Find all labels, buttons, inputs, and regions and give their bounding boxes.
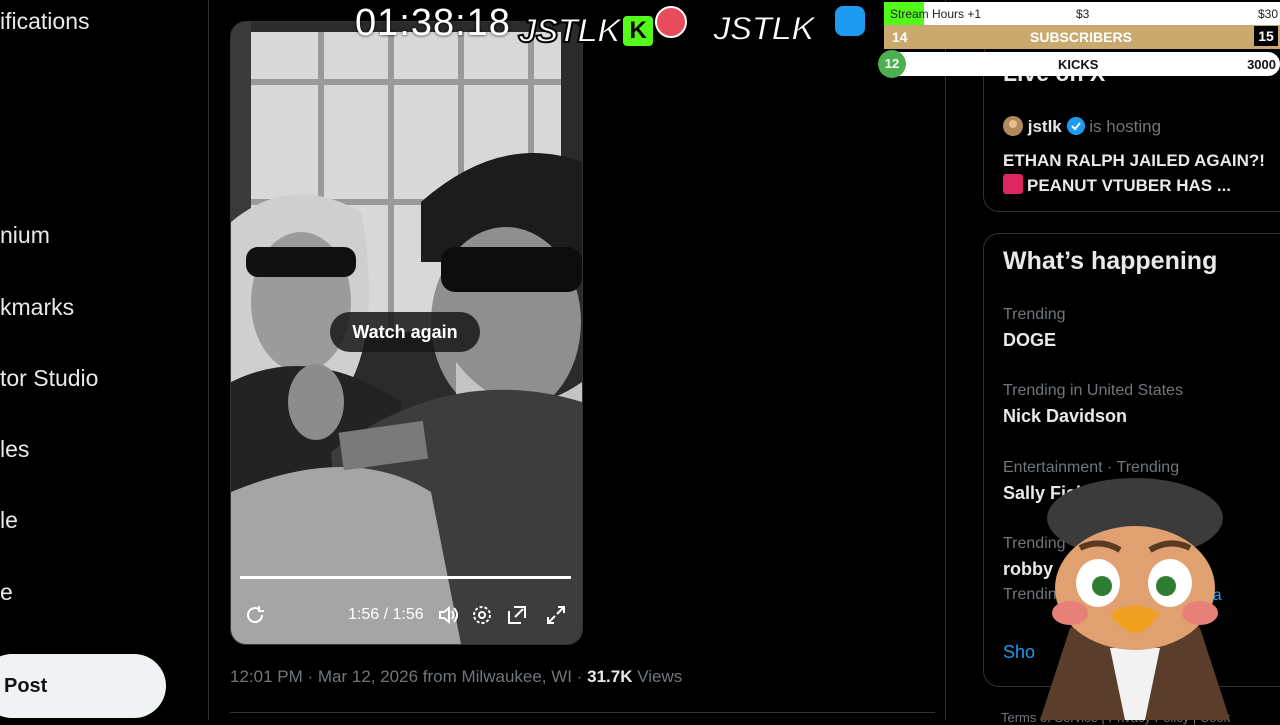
host-username[interactable]: jstlk <box>1028 117 1062 136</box>
nav-profile[interactable]: le <box>0 507 18 534</box>
kicks-goal: 12 KICKS 3000 <box>878 50 1280 78</box>
views-count: 31.7K <box>587 667 633 686</box>
fullscreen-icon[interactable] <box>545 604 567 626</box>
video-progress-bar[interactable] <box>240 576 571 579</box>
kicks-current: 12 <box>878 50 906 78</box>
kick-icon: K <box>622 16 653 46</box>
stream-hours-goal: Stream Hours +1 $3 $30 <box>884 2 1280 25</box>
live-stream-title[interactable]: ETHAN RALPH JAILED AGAIN?! PEANUT VTUBER… <box>1003 148 1265 198</box>
nav-creator-studio[interactable]: tor Studio <box>0 365 98 392</box>
live-title-line2-text: PEANUT VTUBER HAS ... <box>1027 176 1232 195</box>
main-column-divider <box>945 0 946 720</box>
verified-badge-icon <box>1066 117 1085 135</box>
trend-category: Entertainment · Trending <box>1003 459 1180 476</box>
kicks-label: KICKS <box>1058 57 1099 72</box>
tweet-timestamp[interactable]: 12:01 PM · Mar 12, 2026 from Milwaukee, … <box>230 667 587 686</box>
avatar <box>1003 116 1023 136</box>
tweet-meta: 12:01 PM · Mar 12, 2026 from Milwaukee, … <box>230 667 682 687</box>
trend-name[interactable]: Nick Davidson <box>1003 406 1127 427</box>
picture-in-picture-icon[interactable] <box>506 604 528 626</box>
nav-articles[interactable]: les <box>0 436 29 463</box>
replay-icon[interactable] <box>244 604 266 626</box>
host-row[interactable]: jstlk is hosting <box>1003 116 1161 137</box>
live-title-line1: ETHAN RALPH JAILED AGAIN?! <box>1003 151 1265 170</box>
video-time: 1:56 / 1:56 <box>348 606 424 623</box>
trend-category: Trending in United States <box>1003 382 1183 399</box>
jstlk-twitter-logo: JSTLK_ <box>711 6 865 49</box>
hosting-label: is hosting <box>1089 117 1162 136</box>
stream-timer: 01:38:18 <box>355 2 511 44</box>
subscribers-target: 15 <box>1254 26 1278 46</box>
subscribers-label: SUBSCRIBERS <box>1030 29 1132 45</box>
stream-hours-target: $30 <box>1257 7 1278 21</box>
jstlk-kick-logo: JSTLK K <box>517 6 687 51</box>
stream-hours-mid: $3 <box>1076 7 1090 21</box>
trend-name[interactable]: DOGE <box>1003 330 1056 351</box>
whats-happening-title: What’s happening <box>1003 247 1218 275</box>
settings-gear-icon[interactable] <box>471 604 493 626</box>
record-icon <box>654 6 687 38</box>
views-label: Views <box>632 667 683 686</box>
logo-text: JSTLK <box>517 11 623 51</box>
subscribers-goal: 14 SUBSCRIBERS 15 <box>884 25 1280 49</box>
trend-category: Trending <box>1003 306 1066 323</box>
mascot-overlay <box>1040 478 1230 720</box>
nav-premium[interactable]: nium <box>0 222 50 249</box>
volume-icon[interactable] <box>437 604 459 626</box>
twitter-bird-icon <box>834 6 865 36</box>
tweet-divider <box>230 712 935 713</box>
stream-hours-label: Stream Hours +1 <box>890 7 982 21</box>
subscribers-current: 14 <box>892 29 908 45</box>
live-title-line2: PEANUT VTUBER HAS ... <box>1003 173 1265 198</box>
logo-text: JSTLK_ <box>711 9 835 49</box>
post-button[interactable]: Post <box>0 654 166 718</box>
nav-more[interactable]: e <box>0 579 13 606</box>
nav-divider <box>208 0 209 720</box>
kicks-target: 3000 <box>1247 57 1276 72</box>
nav-notifications[interactable]: ifications <box>0 8 89 35</box>
nav-bookmarks[interactable]: kmarks <box>0 294 74 321</box>
siren-emoji-icon <box>1003 174 1023 194</box>
watch-again-button[interactable]: Watch again <box>330 312 480 352</box>
